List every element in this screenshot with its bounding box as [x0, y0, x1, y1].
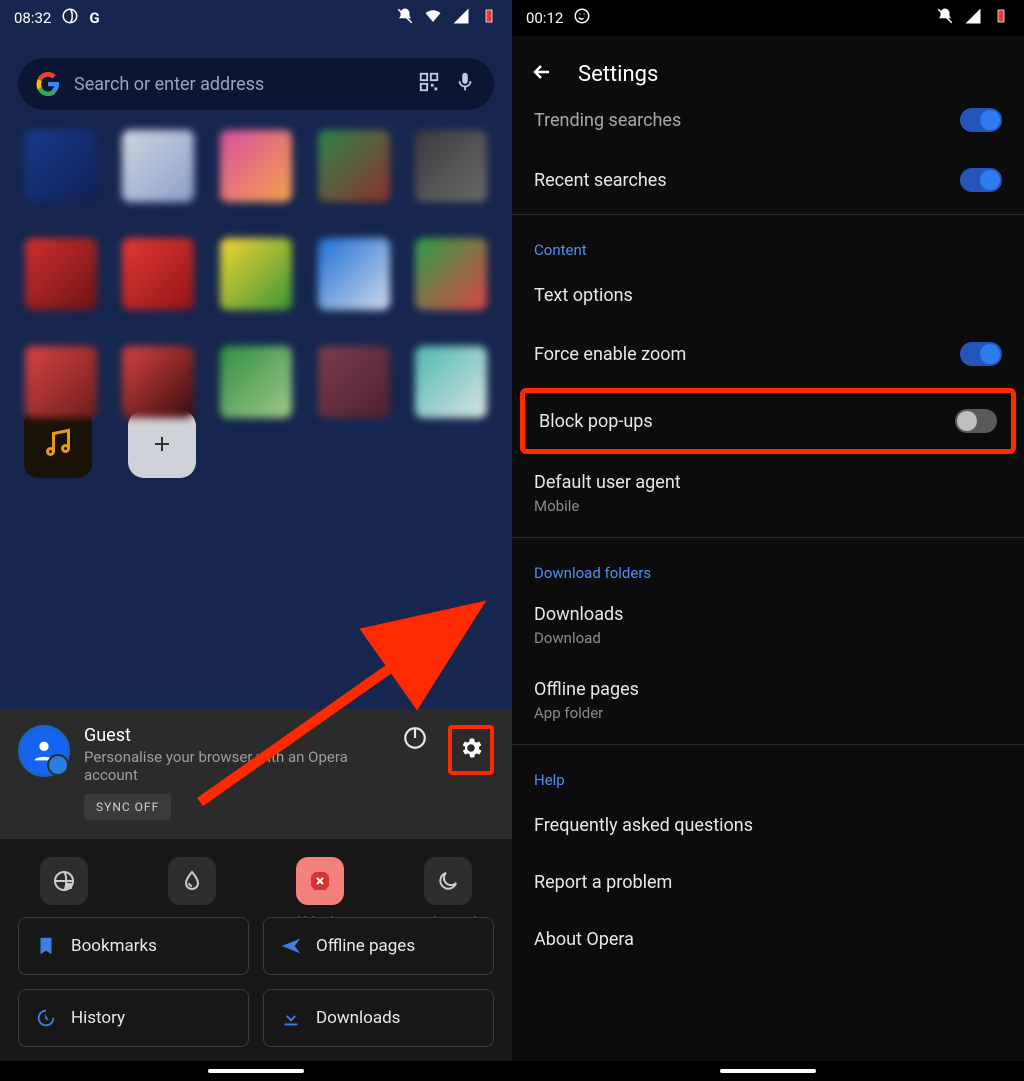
settings-header: Settings: [512, 36, 1024, 104]
row-report-problem[interactable]: Report a problem: [512, 854, 1024, 911]
force-zoom-label: Force enable zoom: [534, 344, 686, 365]
offline-folder-sub: App folder: [534, 704, 1002, 722]
clock: 00:12: [526, 9, 563, 27]
app-tile[interactable]: [122, 130, 194, 202]
app-tile[interactable]: [25, 238, 97, 310]
app-tile[interactable]: [25, 346, 97, 418]
signal-icon: [964, 7, 982, 29]
gear-icon[interactable]: [458, 746, 484, 765]
app-tile[interactable]: [318, 346, 390, 418]
search-bar[interactable]: Search or enter address: [18, 58, 494, 110]
downloads-folder-label: Downloads: [534, 604, 1002, 625]
default-ua-label: Default user agent: [534, 472, 1002, 493]
account-subtitle: Personalise your browser with an Opera a…: [84, 748, 388, 784]
recent-label: Recent searches: [534, 170, 667, 191]
block-popups-toggle[interactable]: [955, 409, 997, 433]
power-icon[interactable]: [402, 725, 428, 755]
force-zoom-toggle[interactable]: [960, 342, 1002, 366]
app-tile[interactable]: [220, 238, 292, 310]
app-tile[interactable]: [25, 130, 97, 202]
settings-list: Trending searches Recent searches Conten…: [512, 104, 1024, 968]
app-tile[interactable]: [415, 238, 487, 310]
text-options-label: Text options: [534, 285, 633, 306]
recent-toggle[interactable]: [960, 168, 1002, 192]
bell-off-icon: [936, 7, 954, 29]
app-tile[interactable]: [122, 346, 194, 418]
settings-button-highlight: [448, 725, 494, 775]
report-label: Report a problem: [534, 872, 672, 893]
row-downloads-folder[interactable]: Downloads Download: [512, 590, 1024, 665]
bookmarks-label: Bookmarks: [71, 936, 157, 956]
row-force-zoom[interactable]: Force enable zoom: [512, 324, 1024, 384]
opera-home-screen: 08:32 G Search or enter address: [0, 0, 512, 1081]
downloads-button[interactable]: Downloads: [263, 989, 494, 1047]
trending-label: Trending searches: [534, 110, 681, 131]
offline-label: Offline pages: [316, 936, 415, 956]
app-tile[interactable]: [415, 346, 487, 418]
row-text-options[interactable]: Text options: [512, 267, 1024, 324]
history-button[interactable]: History: [18, 989, 249, 1047]
faq-label: Frequently asked questions: [534, 815, 753, 836]
nav-bar: [0, 1061, 512, 1081]
app-tile[interactable]: [220, 130, 292, 202]
mic-icon[interactable]: [454, 71, 476, 97]
app-tile[interactable]: [122, 238, 194, 310]
battery-icon: [480, 7, 498, 29]
app-tile-music[interactable]: [24, 410, 92, 478]
status-bar: 08:32 G: [0, 0, 512, 36]
bottom-button-grid: Bookmarks Offline pages History Download…: [0, 917, 512, 1069]
section-download-folders: Download folders: [512, 542, 1024, 590]
search-placeholder: Search or enter address: [74, 74, 404, 95]
wifi-icon: [424, 7, 442, 29]
trending-toggle[interactable]: [960, 108, 1002, 132]
section-help: Help: [512, 749, 1024, 797]
status-bar: 00:12: [512, 0, 1024, 36]
avatar[interactable]: [18, 725, 70, 777]
clock: 08:32: [14, 9, 51, 27]
google-logo-icon: [36, 72, 60, 96]
account-name: Guest: [84, 725, 388, 746]
app-tile[interactable]: [220, 346, 292, 418]
speed-dial-grid: [16, 130, 496, 418]
block-popups-label: Block pop-ups: [539, 411, 653, 432]
back-icon[interactable]: [530, 60, 554, 88]
row-offline-pages-folder[interactable]: Offline pages App folder: [512, 665, 1024, 740]
about-label: About Opera: [534, 929, 634, 950]
offline-folder-label: Offline pages: [534, 679, 1002, 700]
signal-icon: [452, 7, 470, 29]
row-default-user-agent[interactable]: Default user agent Mobile: [512, 458, 1024, 533]
downloads-label: Downloads: [316, 1008, 400, 1028]
row-block-popups[interactable]: Block pop-ups: [525, 393, 1011, 449]
opera-settings-screen: 00:12 Settings Trending searches Recent …: [512, 0, 1024, 1081]
qr-icon[interactable]: [418, 71, 440, 97]
account-panel: Guest Personalise your browser with an O…: [0, 709, 512, 840]
default-ua-sub: Mobile: [534, 497, 1002, 515]
google-icon: G: [89, 9, 99, 27]
row-about-opera[interactable]: About Opera: [512, 911, 1024, 968]
row-trending-searches[interactable]: Trending searches: [512, 104, 1024, 150]
section-content: Content: [512, 219, 1024, 267]
battery-icon: [992, 7, 1010, 29]
bookmarks-button[interactable]: Bookmarks: [18, 917, 249, 975]
page-title: Settings: [578, 62, 658, 87]
app-tile[interactable]: [415, 130, 487, 202]
offline-pages-button[interactable]: Offline pages: [263, 917, 494, 975]
nav-bar: [512, 1061, 1024, 1081]
sync-off-chip[interactable]: SYNC OFF: [84, 794, 171, 820]
firefox-icon: [61, 7, 79, 29]
history-label: History: [71, 1008, 125, 1028]
block-popups-highlight: Block pop-ups: [520, 388, 1016, 454]
bell-off-icon: [396, 7, 414, 29]
row-recent-searches[interactable]: Recent searches: [512, 150, 1024, 210]
downloads-folder-sub: Download: [534, 629, 1002, 647]
row-faq[interactable]: Frequently asked questions: [512, 797, 1024, 854]
app-tile[interactable]: [318, 238, 390, 310]
add-speed-dial-button[interactable]: [128, 410, 196, 478]
whatsapp-icon: [573, 7, 591, 29]
app-tile[interactable]: [318, 130, 390, 202]
